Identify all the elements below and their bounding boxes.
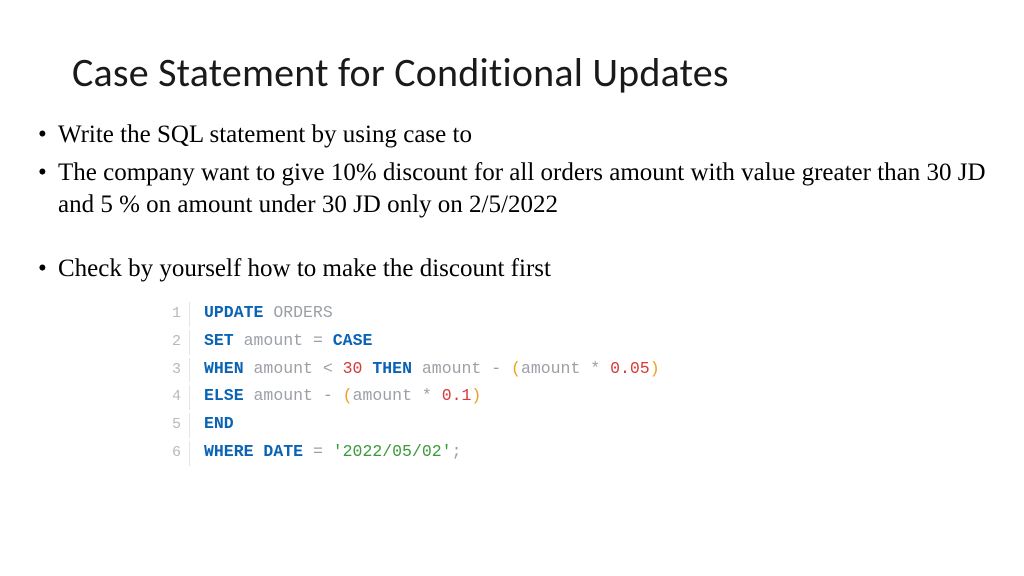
line-number: 6 — [164, 441, 190, 466]
code-line: 4 ELSE amount - (amount * 0.1) — [164, 382, 994, 410]
code-content: WHERE DATE = '2022/05/02'; — [204, 438, 461, 465]
line-number: 4 — [164, 385, 190, 410]
code-line: 2 SET amount = CASE — [164, 327, 994, 355]
line-number: 3 — [164, 358, 190, 383]
code-content: SET amount = CASE — [204, 327, 372, 354]
list-item: Write the SQL statement by using case to — [30, 119, 994, 151]
code-line: 6 WHERE DATE = '2022/05/02'; — [164, 438, 994, 466]
code-content: ELSE amount - (amount * 0.1) — [204, 382, 481, 409]
list-item: The company want to give 10% discount fo… — [30, 157, 994, 221]
code-content: WHEN amount < 30 THEN amount - (amount *… — [204, 355, 660, 382]
slide-title: Case Statement for Conditional Updates — [72, 48, 994, 97]
bullet-list: Write the SQL statement by using case to… — [30, 119, 994, 285]
code-content: UPDATE ORDERS — [204, 299, 333, 326]
code-line: 3 WHEN amount < 30 THEN amount - (amount… — [164, 355, 994, 383]
code-content: END — [204, 410, 234, 437]
line-number: 2 — [164, 330, 190, 355]
code-line: 5 END — [164, 410, 994, 438]
slide: Case Statement for Conditional Updates W… — [0, 0, 1024, 466]
code-block: 1 UPDATE ORDERS 2 SET amount = CASE 3 WH… — [164, 299, 994, 466]
line-number: 1 — [164, 302, 190, 327]
list-item: Check by yourself how to make the discou… — [30, 253, 994, 285]
code-line: 1 UPDATE ORDERS — [164, 299, 994, 327]
line-number: 5 — [164, 413, 190, 438]
